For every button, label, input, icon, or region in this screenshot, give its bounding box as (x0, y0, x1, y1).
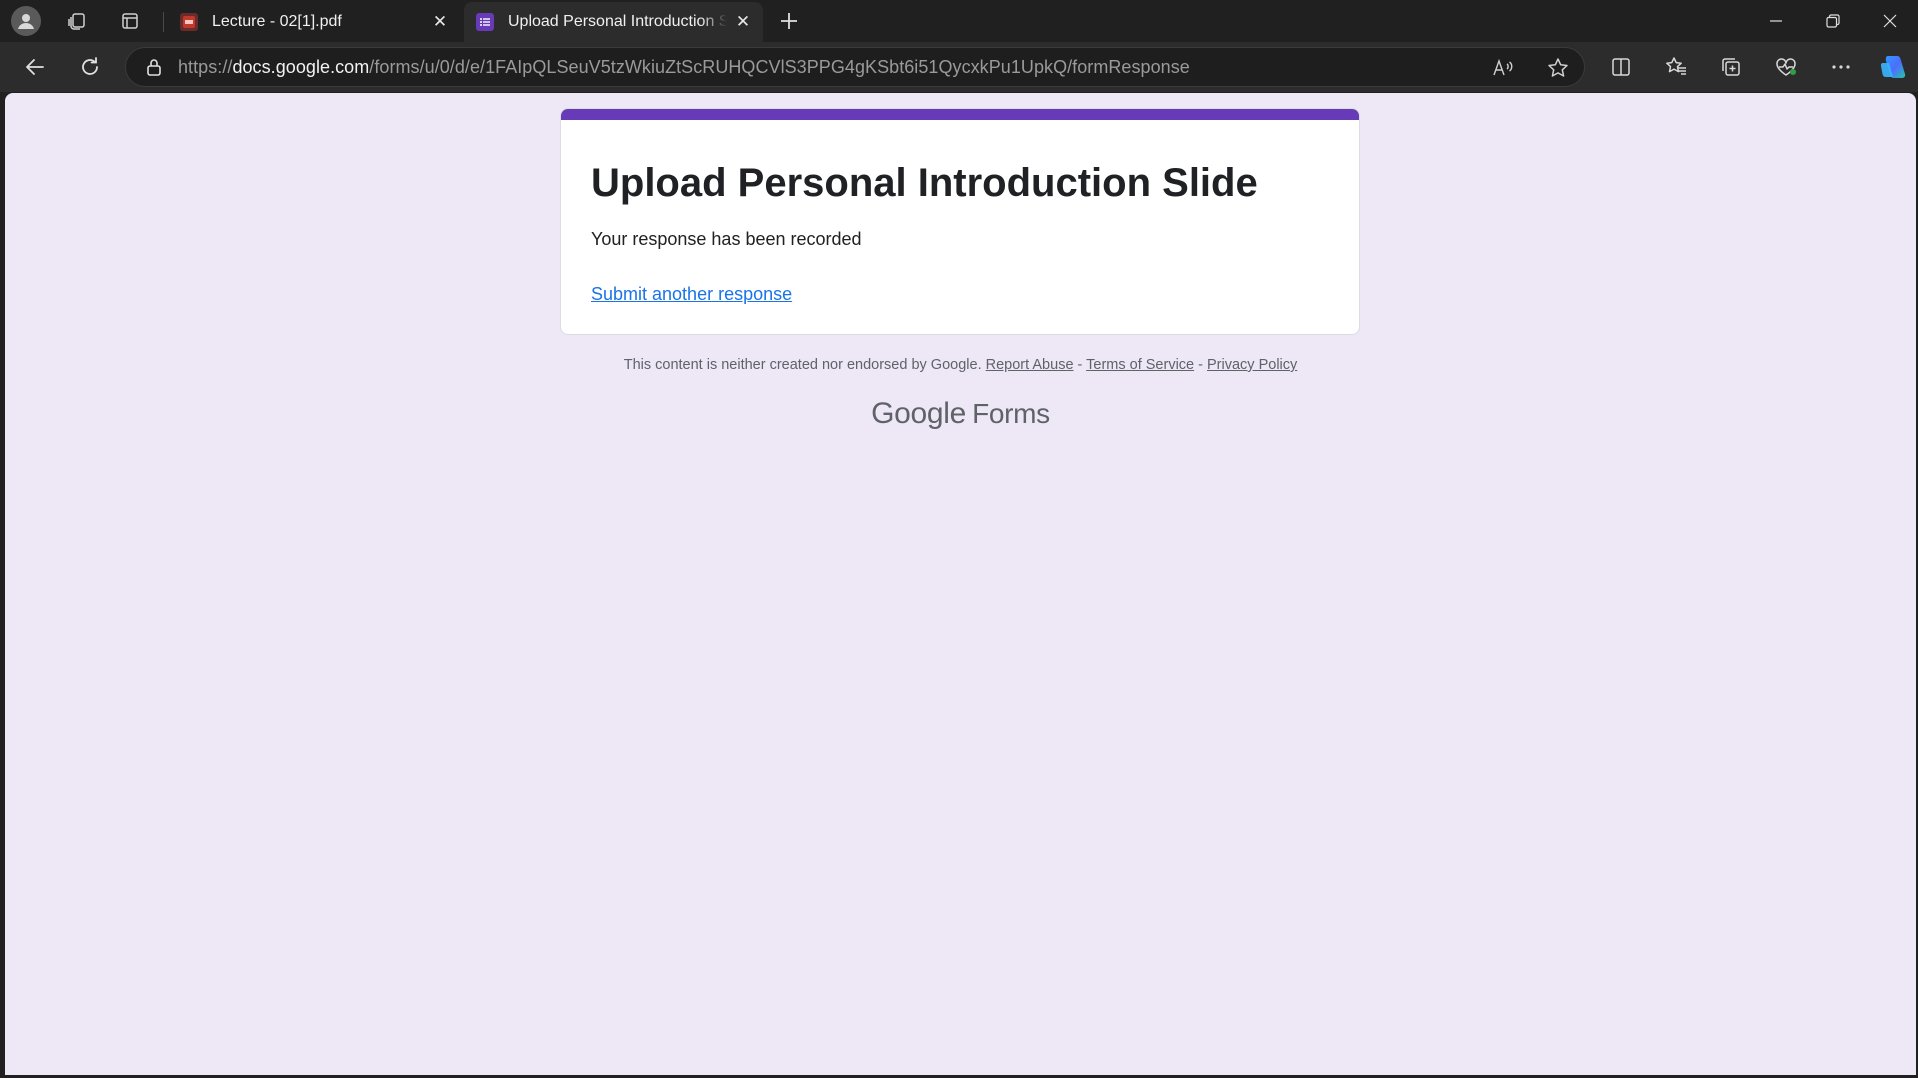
submit-another-response-link[interactable]: Submit another response (591, 284, 792, 305)
url-text[interactable]: https://docs.google.com/forms/u/0/d/e/1F… (178, 57, 1190, 78)
lock-icon[interactable] (144, 57, 164, 77)
confirmation-message: Your response has been recorded (591, 229, 862, 249)
forms-wordmark: Forms (972, 398, 1050, 429)
collections-icon[interactable] (1714, 51, 1748, 83)
url-scheme: https:// (178, 56, 233, 77)
favorites-icon[interactable] (1659, 51, 1693, 83)
report-abuse-link[interactable]: Report Abuse (986, 357, 1074, 373)
copilot-icon[interactable] (1876, 51, 1910, 83)
form-title: Upload Personal Introduction Slide (591, 161, 1258, 205)
close-tab-icon[interactable]: ✕ (733, 12, 753, 32)
pdf-icon (180, 13, 198, 31)
split-screen-icon[interactable] (1604, 51, 1638, 83)
footer-separator: - (1194, 357, 1208, 373)
form-accent-bar (561, 109, 1359, 120)
workspaces-icon[interactable] (60, 5, 94, 37)
close-tab-icon[interactable]: ✕ (430, 12, 450, 32)
profile-button[interactable] (9, 5, 43, 37)
google-forms-icon (476, 13, 494, 31)
reload-icon[interactable] (73, 51, 107, 83)
back-arrow-icon[interactable] (18, 51, 52, 83)
disclaimer-text: This content is neither created nor endo… (623, 357, 982, 373)
tab-separator (163, 12, 164, 32)
address-bar[interactable]: https://docs.google.com/forms/u/0/d/e/1F… (125, 47, 1585, 87)
form-footer: This content is neither created nor endo… (5, 357, 1916, 373)
terms-of-service-link[interactable]: Terms of Service (1086, 357, 1194, 373)
footer-separator: - (1073, 357, 1087, 373)
url-host: docs.google.com (232, 56, 370, 77)
minimize-icon[interactable] (1748, 0, 1804, 42)
read-aloud-icon[interactable] (1491, 56, 1515, 80)
restore-icon[interactable] (1805, 0, 1861, 42)
new-tab-icon[interactable] (772, 5, 806, 37)
favorite-star-icon[interactable] (1546, 56, 1570, 80)
more-options-icon[interactable] (1824, 51, 1858, 83)
profile-avatar-icon (11, 6, 41, 36)
browser-toolbar: https://docs.google.com/forms/u/0/d/e/1F… (0, 42, 1918, 92)
tab-title: Upload Personal Introduction Slide (508, 13, 727, 30)
tab-upload-form[interactable]: Upload Personal Introduction Slide ✕ (464, 2, 763, 42)
tab-title: Lecture - 02[1].pdf (212, 13, 342, 30)
close-window-icon[interactable] (1862, 0, 1918, 42)
tab-strip: Lecture - 02[1].pdf ✕ Upload Personal In… (0, 0, 1918, 42)
browser-essentials-icon[interactable] (1769, 51, 1803, 83)
google-forms-logo[interactable]: Google Forms (5, 397, 1916, 431)
tab-actions-icon[interactable] (113, 5, 147, 37)
tab-lecture-pdf[interactable]: Lecture - 02[1].pdf ✕ (168, 2, 460, 42)
page-viewport: Upload Personal Introduction Slide Your … (5, 93, 1916, 1075)
url-path: /forms/u/0/d/e/1FAIpQLSeuV5tzWkiuZtScRUH… (369, 56, 1190, 77)
google-wordmark: Google (871, 397, 967, 430)
response-card: Upload Personal Introduction Slide Your … (560, 108, 1360, 335)
privacy-policy-link[interactable]: Privacy Policy (1207, 357, 1297, 373)
